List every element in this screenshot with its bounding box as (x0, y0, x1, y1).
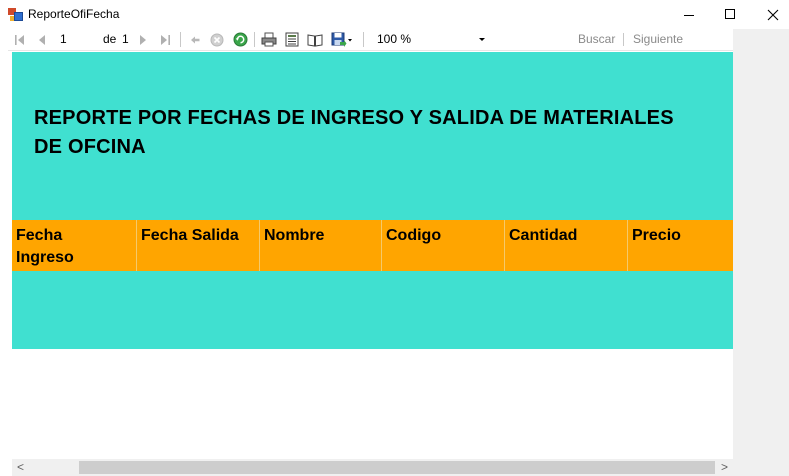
column-header-precio: Precio (628, 220, 733, 271)
zoom-select[interactable]: 100 % (373, 30, 489, 48)
print-layout-icon (285, 32, 299, 47)
previous-page-button[interactable] (34, 31, 50, 48)
find-next-link[interactable]: Siguiente (633, 32, 683, 46)
minimize-button[interactable] (663, 0, 709, 30)
toolbar-separator (363, 32, 364, 47)
search-input[interactable]: Buscar (568, 30, 616, 48)
window-title-bar: ReporteOfiFecha (0, 0, 789, 30)
minimize-icon (684, 15, 694, 16)
page-setup-icon (307, 33, 323, 47)
back-icon (191, 36, 200, 43)
scroll-left-button[interactable]: < (12, 459, 29, 476)
horizontal-scrollbar[interactable]: < > (12, 459, 733, 476)
next-page-icon (140, 34, 146, 45)
column-header-label: Precio (632, 227, 681, 244)
page-setup-button[interactable] (306, 31, 324, 48)
report-detail-band (12, 271, 733, 349)
print-layout-button[interactable] (283, 31, 301, 48)
report-app-icon (8, 8, 23, 21)
search-placeholder: Buscar (578, 32, 616, 46)
zoom-value: 100 % (377, 32, 412, 46)
print-icon (261, 32, 277, 47)
export-button[interactable] (329, 31, 355, 48)
toolbar-separator (623, 33, 624, 46)
column-header-row: Fecha Ingreso Fecha Salida Nombre Codigo… (12, 220, 733, 271)
column-header-nombre: Nombre (260, 220, 382, 271)
chevron-left-icon: < (16, 460, 24, 474)
toolbar-separator (180, 32, 181, 47)
page-of-label: de (103, 32, 117, 46)
window-title: ReporteOfiFecha (28, 7, 120, 21)
column-header-label: Fecha Salida (141, 227, 239, 244)
next-page-button[interactable] (135, 31, 151, 48)
refresh-button[interactable] (231, 31, 249, 48)
close-button[interactable] (755, 0, 789, 30)
close-icon (767, 9, 779, 21)
current-page-input[interactable] (58, 30, 100, 48)
report-title: REPORTE POR FECHAS DE INGRESO Y SALIDA D… (34, 107, 674, 158)
column-header-label: Nombre (264, 227, 325, 244)
back-button[interactable] (186, 31, 204, 48)
column-header-label: Codigo (386, 227, 442, 244)
previous-page-icon (39, 34, 45, 45)
maximize-icon (725, 9, 735, 19)
column-header-label: Fecha Ingreso (16, 227, 74, 266)
stop-button[interactable] (208, 31, 226, 48)
print-button[interactable] (260, 31, 278, 48)
column-header-label: Cantidad (509, 227, 578, 244)
report-viewport: REPORTE POR FECHAS DE INGRESO Y SALIDA D… (12, 52, 733, 459)
column-header-codigo: Codigo (382, 220, 505, 271)
export-icon (331, 32, 352, 47)
report-header-band: REPORTE POR FECHAS DE INGRESO Y SALIDA D… (12, 52, 733, 220)
column-header-fecha-ingreso: Fecha Ingreso (12, 220, 137, 271)
toolbar-separator (254, 32, 255, 47)
first-page-button[interactable] (12, 31, 28, 48)
report-viewer-toolbar: de 1 (8, 29, 733, 51)
last-page-icon (161, 34, 170, 45)
stop-icon (210, 33, 224, 46)
first-page-icon (15, 34, 24, 45)
maximize-button[interactable] (709, 0, 755, 30)
chevron-down-icon (479, 38, 485, 41)
chevron-right-icon: > (720, 460, 728, 474)
viewer-right-gutter (733, 29, 789, 476)
scroll-right-button[interactable]: > (716, 459, 733, 476)
column-header-cantidad: Cantidad (505, 220, 628, 271)
total-pages-label: 1 (122, 32, 129, 46)
column-header-fecha-salida: Fecha Salida (137, 220, 260, 271)
refresh-icon (233, 32, 247, 47)
last-page-button[interactable] (157, 31, 173, 48)
scrollbar-thumb[interactable] (79, 461, 715, 474)
